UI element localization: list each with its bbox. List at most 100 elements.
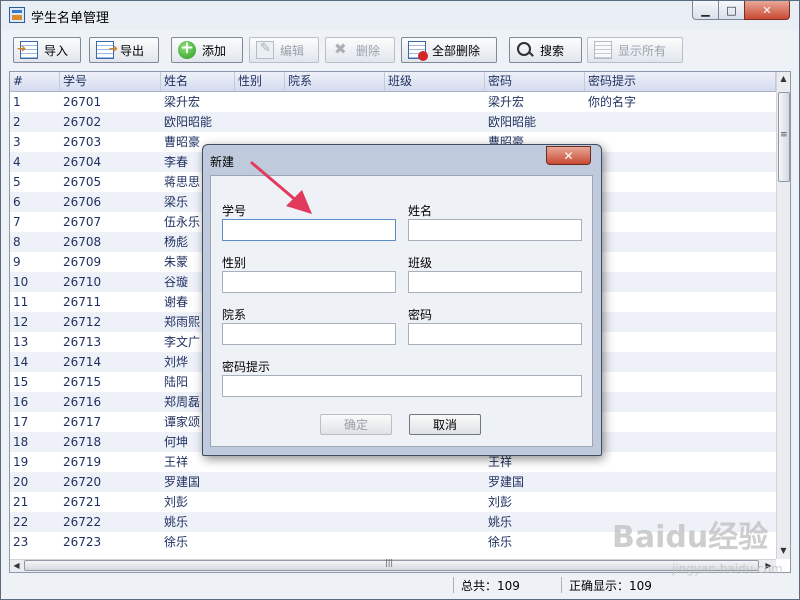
export-icon <box>96 41 118 59</box>
table-cell: 26710 <box>63 275 102 289</box>
column-header[interactable]: 学号 <box>60 72 161 91</box>
table-cell <box>385 112 485 132</box>
table-cell: 梁升宏 <box>488 95 525 109</box>
table-cell <box>235 492 285 512</box>
add-icon <box>178 38 196 59</box>
maximize-button[interactable]: □ <box>718 1 745 20</box>
close-button[interactable]: ✕ <box>744 1 790 20</box>
column-header[interactable]: 姓名 <box>161 72 235 91</box>
column-header[interactable]: # <box>10 72 60 91</box>
dialog-close-button[interactable]: ✕ <box>546 146 591 165</box>
horizontal-scroll-thumb[interactable] <box>24 558 759 571</box>
column-header[interactable]: 密码提示 <box>585 72 776 91</box>
table-cell: 姚乐 <box>488 515 513 529</box>
minimize-button[interactable]: ▁ <box>692 1 719 20</box>
table-cell: 26701 <box>63 95 102 109</box>
table-cell: 徐乐 <box>488 535 513 549</box>
status-separator <box>561 577 562 593</box>
export-button[interactable]: 导出 <box>89 37 159 63</box>
table-cell: 26717 <box>63 415 102 429</box>
show-all-button[interactable]: 显示所有 <box>587 37 683 63</box>
dialog-title: 新建 <box>210 155 235 169</box>
table-cell: 欧阳昭能 <box>164 115 213 129</box>
edit-button[interactable]: 编辑 <box>249 37 319 63</box>
name-input[interactable] <box>408 219 582 241</box>
import-button[interactable]: 导入 <box>13 37 81 63</box>
table-cell: 4 <box>13 155 21 169</box>
show-all-icon <box>594 41 612 59</box>
table-cell: 26712 <box>63 315 102 329</box>
edit-icon <box>256 41 274 59</box>
table-cell <box>585 372 776 392</box>
search-button[interactable]: 搜索 <box>509 37 582 63</box>
table-cell: 12 <box>13 315 29 329</box>
table-cell: 10 <box>13 275 29 289</box>
password-input[interactable] <box>408 323 582 345</box>
student-id-input[interactable] <box>222 219 396 241</box>
table-cell: 11 <box>13 295 29 309</box>
table-cell: 你的名字 <box>588 95 637 109</box>
table-cell: 1 <box>13 95 21 109</box>
scroll-up-icon[interactable]: ▲ <box>777 74 790 83</box>
delete-button[interactable]: 删除 <box>325 37 395 63</box>
column-header[interactable]: 班级 <box>385 72 485 91</box>
table-row[interactable]: 21 26721 刘彭 刘彭 <box>10 492 776 512</box>
table-cell: 26718 <box>63 435 102 449</box>
gender-input[interactable] <box>222 271 396 293</box>
table-cell <box>235 92 285 112</box>
table-cell <box>585 412 776 432</box>
student-id-label: 学号 <box>222 204 247 218</box>
table-cell <box>585 192 776 212</box>
export-label: 导出 <box>120 43 145 58</box>
table-cell: 刘彭 <box>164 495 189 509</box>
scroll-left-icon[interactable]: ◀ <box>10 561 23 570</box>
vertical-scroll-thumb[interactable] <box>778 92 790 182</box>
status-total: 总共：109 <box>461 579 520 593</box>
table-cell <box>585 292 776 312</box>
table-cell <box>585 232 776 252</box>
table-cell: 26711 <box>63 295 102 309</box>
delete-all-button[interactable]: 全部删除 <box>401 37 497 63</box>
cancel-button[interactable]: 取消 <box>409 414 481 435</box>
table-cell: 3 <box>13 135 21 149</box>
delete-all-icon <box>408 41 428 61</box>
add-button[interactable]: 添加 <box>171 37 243 63</box>
table-row[interactable]: 20 26720 罗建国 罗建国 <box>10 472 776 492</box>
ok-button[interactable]: 确定 <box>320 414 392 435</box>
department-input[interactable] <box>222 323 396 345</box>
dialog-body: 学号 姓名 性别 班级 院系 密码 密码提示 确定 取消 <box>210 175 593 447</box>
table-cell: 欧阳昭能 <box>488 115 537 129</box>
vertical-scrollbar[interactable]: ▲ ▼ <box>776 72 790 559</box>
table-cell: 26715 <box>63 375 102 389</box>
table-cell: 罗建国 <box>164 475 201 489</box>
table-cell <box>585 312 776 332</box>
table-cell: 7 <box>13 215 21 229</box>
title-bar[interactable]: 学生名单管理 ▁ □ ✕ <box>1 1 799 29</box>
class-label: 班级 <box>408 256 433 270</box>
column-header[interactable]: 院系 <box>285 72 385 91</box>
table-cell: 9 <box>13 255 21 269</box>
table-cell: 26714 <box>63 355 102 369</box>
dialog-title-bar[interactable]: 新建 ✕ <box>203 145 601 175</box>
column-header[interactable]: 性别 <box>235 72 285 91</box>
import-icon <box>17 41 38 59</box>
password-hint-input[interactable] <box>222 375 582 397</box>
table-row[interactable]: 2 26702 欧阳昭能 欧阳昭能 <box>10 112 776 132</box>
table-cell: 22 <box>13 515 29 529</box>
window-title: 学生名单管理 <box>31 11 110 26</box>
table-cell: 20 <box>13 475 29 489</box>
search-label: 搜索 <box>540 43 565 58</box>
horizontal-scrollbar[interactable]: ◀ ▶ <box>10 558 776 572</box>
table-cell <box>285 472 385 492</box>
table-cell: 梁升宏 <box>164 95 201 109</box>
table-cell: 21 <box>13 495 29 509</box>
table-row[interactable]: 1 26701 梁升宏 梁升宏 你的名字 <box>10 92 776 112</box>
password-hint-label: 密码提示 <box>222 360 271 374</box>
table-cell: 徐乐 <box>164 535 189 549</box>
table-cell: 26708 <box>63 235 102 249</box>
scroll-down-icon[interactable]: ▼ <box>777 546 790 555</box>
column-header[interactable]: 密码 <box>485 72 585 91</box>
class-input[interactable] <box>408 271 582 293</box>
table-cell: 19 <box>13 455 29 469</box>
table-cell <box>585 272 776 292</box>
